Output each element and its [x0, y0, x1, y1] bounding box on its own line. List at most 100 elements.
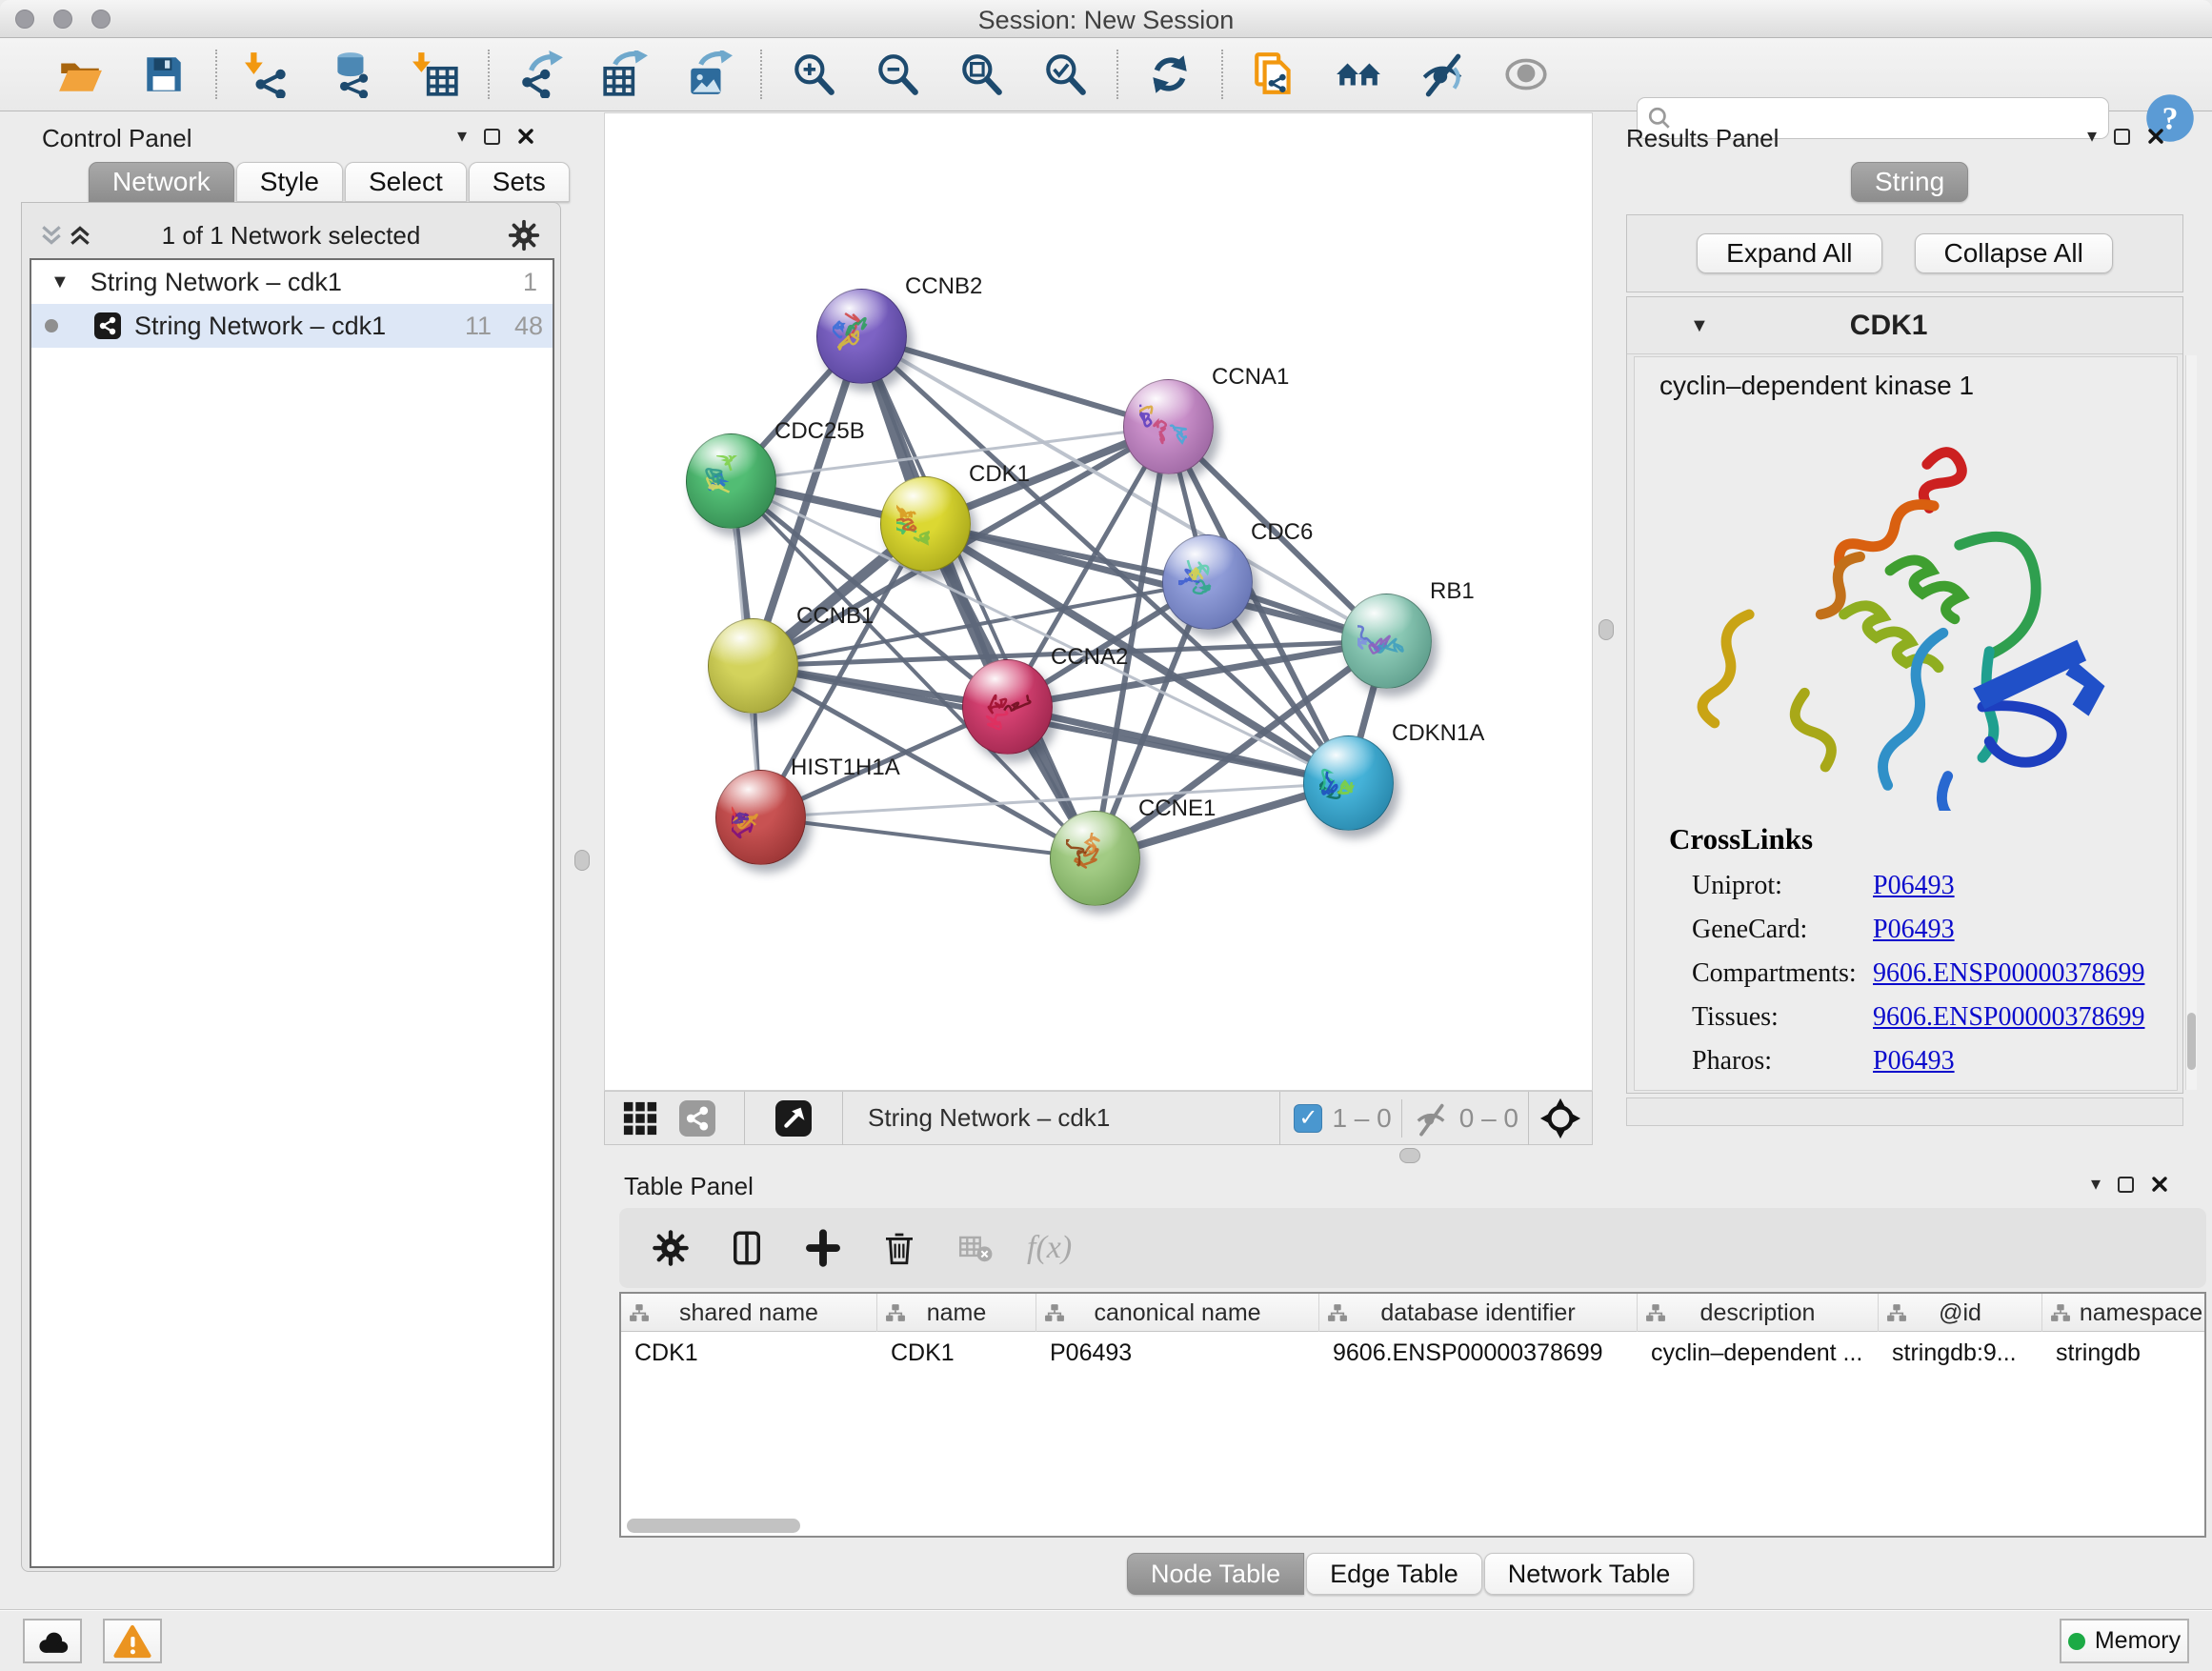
table-panel-menu-icon[interactable]: ▾	[2091, 1175, 2101, 1194]
network-row-selected[interactable]: String Network – cdk1 11 48	[31, 304, 553, 348]
network-node-CCNB1[interactable]	[708, 618, 798, 714]
zoom-selected-icon[interactable]	[1040, 50, 1090, 99]
network-node-RB1[interactable]	[1341, 594, 1432, 689]
crosslink-link-tissues-[interactable]: 9606.ENSP00000378699	[1873, 1002, 2144, 1033]
table-panel-close-icon[interactable]	[2151, 1176, 2168, 1193]
collection-collapse-icon[interactable]: ▼	[50, 272, 70, 292]
network-node-CCNA1[interactable]	[1123, 379, 1214, 474]
crosslink-link-pharos-[interactable]: P06493	[1873, 1046, 1955, 1077]
control-panel-menu-icon[interactable]: ▾	[457, 127, 467, 146]
crosslink-link-uniprot-[interactable]: P06493	[1873, 871, 1955, 901]
crosslink-label: Compartments:	[1692, 958, 1873, 989]
tab-network-table[interactable]: Network Table	[1484, 1553, 1695, 1595]
crosslink-link-compartments-[interactable]: 9606.ENSP00000378699	[1873, 958, 2144, 989]
open-session-icon[interactable]	[55, 50, 105, 99]
left-splitter-handle[interactable]	[574, 850, 590, 871]
tab-string[interactable]: String	[1851, 162, 1968, 202]
column-header--id[interactable]: @id	[1879, 1294, 2042, 1332]
zoom-fit-icon[interactable]	[956, 50, 1006, 99]
tab-edge-table[interactable]: Edge Table	[1306, 1553, 1482, 1595]
expand-all-button[interactable]: Expand All	[1697, 233, 1881, 273]
protein-thumbnail	[702, 455, 761, 509]
right-splitter-handle[interactable]	[1599, 619, 1614, 640]
table-hscrollbar-thumb[interactable]	[627, 1519, 800, 1533]
delete-column-icon[interactable]	[873, 1221, 926, 1275]
network-view-canvas[interactable]: CCNB2CCNA1CDC25BCDK1CDC6RB1CCNB1CCNA2CDK…	[604, 112, 1593, 1091]
protein-thumbnail	[1319, 757, 1378, 811]
refresh-icon[interactable]	[1145, 50, 1195, 99]
network-node-CCNB2[interactable]	[816, 289, 907, 384]
crosslink-link-genecard-[interactable]: P06493	[1873, 915, 1955, 945]
results-panel-menu-icon[interactable]: ▾	[2087, 127, 2097, 146]
column-header-shared-name[interactable]: shared name	[621, 1294, 877, 1332]
network-node-CDKN1A[interactable]	[1303, 735, 1394, 831]
birds-eye-toggle-icon[interactable]	[1538, 1097, 1582, 1140]
export-table-icon[interactable]	[600, 50, 650, 99]
table-cell: CDK1	[621, 1332, 877, 1374]
network-node-CCNA2[interactable]	[962, 659, 1053, 755]
network-node-CDC6[interactable]	[1162, 534, 1253, 630]
network-options-gear-icon[interactable]	[507, 218, 541, 252]
column-header-canonical-name[interactable]: canonical name	[1036, 1294, 1319, 1332]
network-node-CCNE1[interactable]	[1050, 811, 1140, 906]
toolbar-divider	[1116, 50, 1118, 99]
grid-view-icon[interactable]	[622, 1100, 658, 1137]
table-header-row: shared namenamecanonical namedatabase id…	[621, 1294, 2206, 1332]
column-header-description[interactable]: description	[1638, 1294, 1879, 1332]
network-edge-CCNE1-HIST1H1A[interactable]	[760, 817, 1095, 858]
import-network-file-icon[interactable]	[244, 50, 293, 99]
create-column-icon[interactable]	[796, 1221, 850, 1275]
results-scrollbar[interactable]	[2185, 355, 2197, 1090]
network-collection-row[interactable]: ▼ String Network – cdk1 1	[31, 260, 553, 304]
tab-select[interactable]: Select	[345, 162, 467, 202]
column-header-name[interactable]: name	[877, 1294, 1036, 1332]
tab-sets[interactable]: Sets	[469, 162, 570, 202]
show-column-icon[interactable]	[720, 1221, 774, 1275]
import-table-icon[interactable]	[412, 50, 461, 99]
tab-style[interactable]: Style	[236, 162, 343, 202]
tab-network[interactable]: Network	[89, 162, 234, 202]
bottom-splitter-handle[interactable]	[1399, 1148, 1420, 1163]
network-node-CDC25B[interactable]	[686, 433, 776, 529]
save-session-icon[interactable]	[139, 50, 189, 99]
table-row[interactable]: CDK1CDK1P064939606.ENSP00000378699cyclin…	[621, 1332, 2206, 1374]
results-panel-close-icon[interactable]	[2147, 128, 2164, 145]
network-node-HIST1H1A[interactable]	[715, 770, 806, 865]
warnings-button[interactable]	[103, 1619, 162, 1663]
collapse-all-button[interactable]: Collapse All	[1915, 233, 2113, 273]
network-node-CDK1[interactable]	[880, 476, 971, 572]
string-protein-query-icon[interactable]	[1334, 50, 1383, 99]
detach-view-icon[interactable]	[775, 1100, 812, 1137]
hide-unhide-icon[interactable]	[1418, 50, 1467, 99]
selected-items-checkbox[interactable]: ✓	[1294, 1104, 1322, 1133]
protein-description: cyclin–dependent kinase 1	[1659, 371, 1974, 401]
control-panel-float-icon[interactable]	[484, 129, 500, 145]
network-edge-CDK1-RB1[interactable]	[925, 524, 1386, 641]
bird-eye-view-icon[interactable]	[1501, 50, 1551, 99]
zoom-out-icon[interactable]	[873, 50, 922, 99]
export-network-icon[interactable]	[516, 50, 566, 99]
zoom-in-icon[interactable]	[789, 50, 838, 99]
string-view-icon[interactable]	[679, 1100, 715, 1137]
clone-network-icon[interactable]	[1250, 50, 1299, 99]
column-header-database-identifier[interactable]: database identifier	[1319, 1294, 1638, 1332]
section-collapse-icon[interactable]: ▼	[1690, 316, 1709, 335]
tab-node-table[interactable]: Node Table	[1127, 1553, 1304, 1595]
hidden-items-icon[interactable]	[1412, 1099, 1450, 1137]
node-label-CDC25B: CDC25B	[774, 418, 865, 445]
protein-section-header[interactable]: ▼ CDK1	[1627, 297, 2182, 354]
table-panel-float-icon[interactable]	[2118, 1177, 2134, 1193]
table-settings-gear-icon[interactable]	[644, 1221, 697, 1275]
results-panel-float-icon[interactable]	[2114, 129, 2130, 145]
network-edge-CCNA2-CDKN1A[interactable]	[1007, 707, 1348, 783]
status-bar: Memory	[0, 1609, 2212, 1671]
column-header-namespace[interactable]: namespace	[2042, 1294, 2206, 1332]
results-scrollbar-thumb[interactable]	[2187, 1013, 2196, 1070]
cloud-services-button[interactable]	[23, 1619, 82, 1663]
import-network-database-icon[interactable]	[328, 50, 377, 99]
control-panel-close-icon[interactable]	[517, 128, 534, 145]
export-image-icon[interactable]	[684, 50, 734, 99]
crosslink-row: Tissues:9606.ENSP00000378699	[1692, 996, 2168, 1039]
memory-button[interactable]: Memory	[2060, 1619, 2189, 1663]
table-toolbar: f(x)	[619, 1208, 2206, 1288]
